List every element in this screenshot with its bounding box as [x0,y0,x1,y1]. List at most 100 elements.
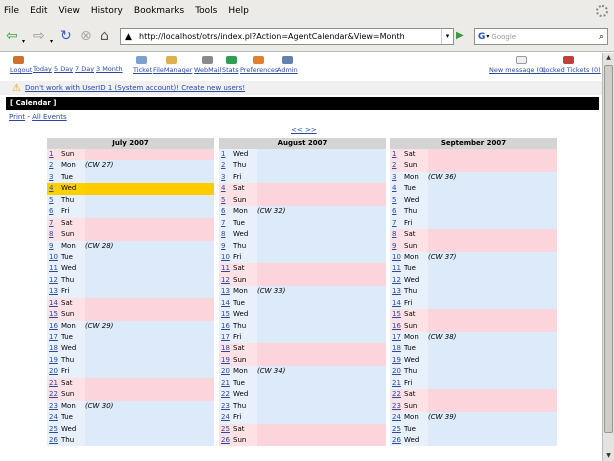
day-number-link[interactable]: 23 [221,402,230,410]
calendar-week-cell[interactable] [428,149,557,161]
calendar-week-cell[interactable] [85,412,214,424]
day-number-link[interactable]: 22 [49,390,58,398]
menu-edit[interactable]: Edit [30,6,47,16]
day-number-link[interactable]: 16 [392,322,401,330]
day-number-link[interactable]: 1 [49,150,53,158]
url-text[interactable]: http://localhost/otrs/index.pl?Action=Ag… [139,32,405,41]
day-number-link[interactable]: 24 [221,413,230,421]
calendar-week-cell[interactable] [85,274,214,287]
calendar-week-cell[interactable] [257,229,386,241]
day-number-link[interactable]: 22 [221,390,230,398]
calendar-week-cell[interactable] [85,171,214,184]
search-icon[interactable]: ⌕ [599,32,604,42]
calendar-week-cell[interactable] [428,183,557,195]
calendar-week-cell[interactable] [257,160,386,172]
calendar-week-cell[interactable] [257,297,386,310]
day-number-link[interactable]: 13 [221,287,230,295]
scroll-down-icon[interactable]: ▼ [603,451,614,461]
day-number-link[interactable]: 19 [49,356,58,364]
calendar-week-cell[interactable] [257,423,386,435]
day-number-link[interactable]: 26 [221,436,230,444]
day-number-link[interactable]: 23 [392,402,401,410]
day-number-link[interactable]: 8 [221,230,225,238]
day-number-link[interactable]: 23 [49,402,58,410]
calendar-week-cell[interactable] [257,194,386,207]
stop-button[interactable]: ⊗ [80,28,92,44]
calendar-week-cell[interactable] [428,286,557,298]
calendar-week-cell[interactable] [428,297,557,310]
day-number-link[interactable]: 18 [49,344,58,352]
menu-tools[interactable]: Tools [195,6,217,16]
all-events-link[interactable]: All Events [32,113,67,121]
day-number-link[interactable]: 4 [392,184,396,192]
calendar-week-cell[interactable] [257,263,386,275]
calendar-week-cell[interactable]: (CW 28) [85,240,214,252]
calendar-week-cell[interactable] [428,320,557,332]
calendar-week-cell[interactable] [85,366,214,378]
calendar-week-cell[interactable] [85,194,214,207]
home-button[interactable]: ⌂ [100,28,109,44]
calendar-week-cell[interactable] [85,434,214,447]
calendar-week-cell[interactable] [85,423,214,435]
forward-dropdown-icon[interactable]: ▾ [50,34,53,50]
day-number-link[interactable]: 9 [392,242,396,250]
calendar-week-cell[interactable] [85,389,214,401]
search-input[interactable]: Google [491,33,599,41]
menu-view[interactable]: View [59,6,80,16]
calendar-week-cell[interactable] [257,149,386,161]
day-number-link[interactable]: 12 [392,276,401,284]
day-number-link[interactable]: 10 [392,253,401,261]
calendar-week-cell[interactable] [257,332,386,344]
calendar-week-cell[interactable] [85,229,214,241]
day-number-link[interactable]: 4 [49,184,53,192]
day-number-link[interactable]: 1 [392,150,396,158]
calendar-week-cell[interactable] [85,251,214,264]
day-number-link[interactable]: 11 [392,264,401,272]
day-number-link[interactable]: 11 [221,264,230,272]
day-number-link[interactable]: 17 [392,333,401,341]
print-link[interactable]: Print [9,113,25,121]
day-number-link[interactable]: 2 [49,161,53,169]
back-button[interactable]: ⇦ [6,28,18,44]
calendar-week-cell[interactable] [428,354,557,367]
scroll-up-icon[interactable]: ▲ [603,53,614,63]
day-number-link[interactable]: 19 [392,356,401,364]
nav-ticket[interactable]: Ticket [133,66,152,74]
day-number-link[interactable]: 7 [392,219,396,227]
calendar-week-cell[interactable] [257,217,386,230]
calendar-week-cell[interactable] [257,389,386,401]
calendar-week-cell[interactable]: (CW 27) [85,160,214,172]
nav-webmail[interactable]: WebMail [194,66,221,74]
calendar-week-cell[interactable] [257,412,386,424]
calendar-week-cell[interactable]: (CW 32) [257,206,386,218]
search-bar[interactable]: G ▾ Google ⌕ [474,28,608,45]
calendar-week-cell[interactable] [257,309,386,321]
day-number-link[interactable]: 26 [392,436,401,444]
preferences-icon[interactable] [253,56,264,64]
day-number-link[interactable]: 19 [221,356,230,364]
calendar-week-cell[interactable] [257,274,386,287]
calendar-week-cell[interactable] [428,194,557,207]
calendar-week-cell[interactable]: (CW 33) [257,286,386,298]
day-number-link[interactable]: 20 [49,367,58,375]
day-number-link[interactable]: 14 [49,299,58,307]
calendar-week-cell[interactable] [85,206,214,218]
day-number-link[interactable]: 7 [49,219,53,227]
webmail-icon[interactable] [202,56,213,64]
nav-preferences[interactable]: Preferences [240,66,278,74]
forward-button[interactable]: ⇨ [33,28,45,44]
calendar-week-cell[interactable] [257,320,386,332]
day-number-link[interactable]: 8 [49,230,53,238]
day-number-link[interactable]: 18 [221,344,230,352]
day-number-link[interactable]: 5 [392,196,396,204]
calendar-week-cell[interactable]: (CW 34) [257,366,386,378]
url-bar[interactable]: ▲ http://localhost/otrs/index.pl?Action=… [120,28,454,45]
calendar-week-cell[interactable] [85,286,214,298]
locked-tickets-icon[interactable] [563,56,574,64]
filemanager-icon[interactable] [166,56,177,64]
calendar-week-cell[interactable]: (CW 36) [428,171,557,184]
day-number-link[interactable]: 13 [49,287,58,295]
day-number-link[interactable]: 3 [221,173,225,181]
calendar-week-cell[interactable] [85,332,214,344]
calendar-week-cell[interactable] [428,423,557,435]
